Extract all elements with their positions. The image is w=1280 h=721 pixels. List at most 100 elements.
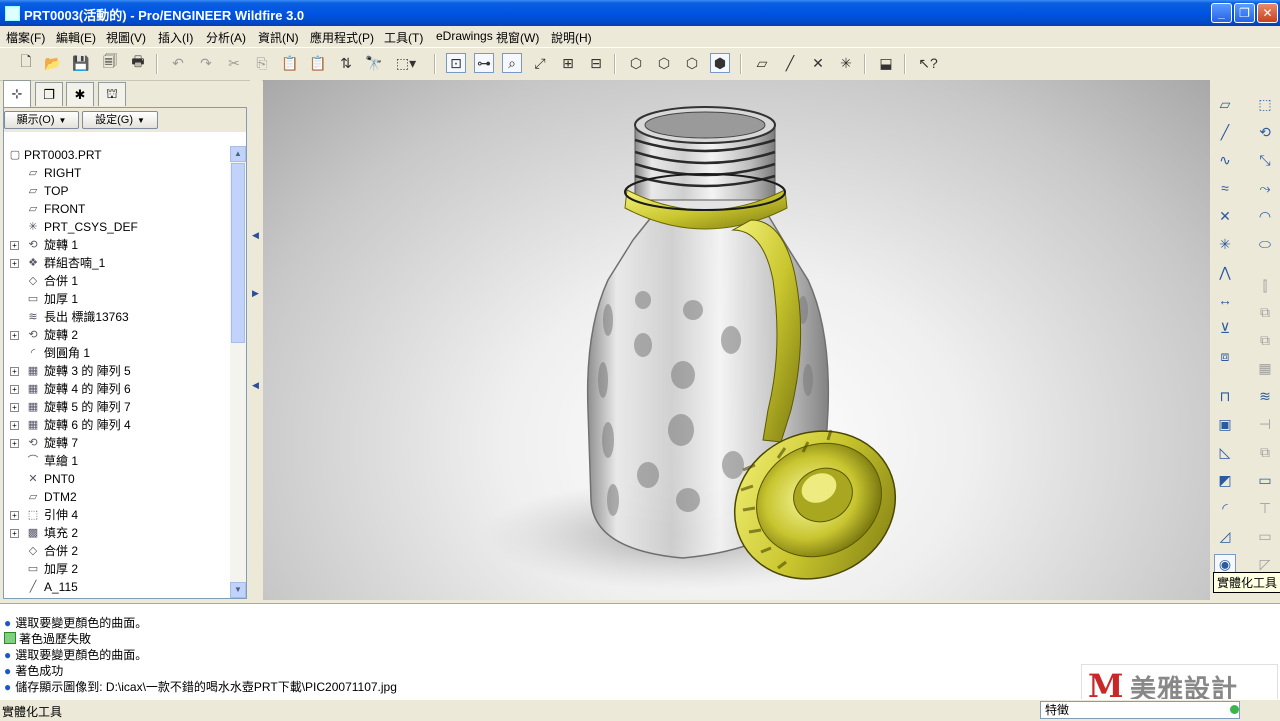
hole-tool-icon[interactable]: ⊓ (1214, 386, 1236, 406)
repaint-icon[interactable]: ⊡ (446, 53, 466, 73)
favorites-tab-icon[interactable]: ✱ (66, 82, 94, 106)
wireframe-icon[interactable]: ⬡ (626, 53, 646, 73)
zoom-out-icon[interactable]: ⤢ (530, 53, 550, 73)
csys-toggle-icon[interactable]: ✳ (836, 53, 856, 73)
regenerate-icon[interactable]: ⇅ (336, 53, 356, 73)
graphics-viewport[interactable] (263, 80, 1210, 600)
tree-item[interactable]: + ⬚ 引伸 4 (4, 506, 230, 524)
scroll-up-icon[interactable]: ▲ (230, 146, 246, 162)
settings-dropdown[interactable]: 設定(G) ▼ (82, 111, 158, 129)
expand-icon[interactable]: + (10, 259, 19, 268)
named-views-icon[interactable]: ⊟ (586, 53, 606, 73)
connections-tab-icon[interactable]: ⛫ (98, 82, 126, 106)
panel-splitter[interactable]: ◀ ▶ ◀ (250, 80, 262, 600)
tree-scrollbar[interactable]: ▲ ▼ (230, 146, 246, 598)
dimension-tool-icon[interactable]: ⊻ (1214, 318, 1236, 338)
tree-item[interactable]: + ⟲ 旋轉 1 (4, 236, 230, 254)
menu-help[interactable]: 說明(H) (551, 29, 592, 46)
intersect-tool-icon[interactable]: ⊤ (1254, 498, 1276, 518)
expand-icon[interactable]: + (10, 511, 19, 520)
expand-icon[interactable]: + (10, 331, 19, 340)
tree-item[interactable]: + ▩ 填充 2 (4, 524, 230, 542)
tree-item[interactable]: ✕ PNT0 (4, 470, 230, 488)
revolve-tool-icon[interactable]: ⟲ (1254, 122, 1276, 142)
annotation-icon[interactable]: ⬓ (876, 53, 896, 73)
menu-insert[interactable]: 插入(I) (158, 29, 193, 46)
tree-item[interactable]: + ▦ 旋轉 5 的 陣列 7 (4, 398, 230, 416)
datum-axis-toggle-icon[interactable]: ╱ (780, 53, 800, 73)
tree-item[interactable]: ⌒ 草繪 1 (4, 452, 230, 470)
tree-item[interactable]: + ▦ 旋轉 6 的 陣列 4 (4, 416, 230, 434)
maximize-button[interactable]: ❐ (1234, 3, 1255, 23)
expand-icon[interactable]: + (10, 529, 19, 538)
tree-item[interactable]: + ⟲ 旋轉 7 (4, 434, 230, 452)
spin-center-icon[interactable]: ⊶ (474, 53, 494, 73)
blend-tool-icon[interactable]: ⤳ (1254, 178, 1276, 198)
menu-tools[interactable]: 工具(T) (384, 29, 423, 46)
extend-tool-icon[interactable]: ⧉ (1254, 442, 1276, 462)
tree-item[interactable]: ▱ TOP (4, 182, 230, 200)
pattern-tool-icon[interactable]: ▦ (1254, 358, 1276, 378)
tree-item[interactable]: ◇ 合併 2 (4, 542, 230, 560)
tree-item[interactable]: ╱ A_115 (4, 578, 230, 596)
tree-item[interactable]: ▢ PRT0003.PRT (4, 146, 230, 164)
project-tool-icon[interactable]: ▭ (1254, 526, 1276, 546)
menu-edit[interactable]: 編輯(E) (56, 29, 96, 46)
expand-icon[interactable]: + (10, 439, 19, 448)
tree-item[interactable]: + ⟲ 旋轉 2 (4, 326, 230, 344)
merge-tool-icon[interactable]: ⧉ (1254, 302, 1276, 322)
expand-icon[interactable]: + (10, 241, 19, 250)
datum-plane-toggle-icon[interactable]: ▱ (752, 53, 772, 73)
wrap-tool-icon[interactable]: ◸ (1254, 554, 1276, 574)
no-hidden-icon[interactable]: ⬡ (682, 53, 702, 73)
open-folder-icon[interactable]: 📂 (43, 53, 63, 73)
tree-item[interactable]: ▱ RIGHT (4, 164, 230, 182)
refit-icon[interactable]: ⊞ (558, 53, 578, 73)
rib-tool-icon[interactable]: ◺ (1214, 442, 1236, 462)
tree-item[interactable]: ≋ 長出 標識13763 (4, 308, 230, 326)
tree-item[interactable]: ▱ DTM2 (4, 488, 230, 506)
undo-icon[interactable]: ↶ (168, 53, 188, 73)
new-file-icon[interactable]: 🗋 (16, 53, 36, 73)
print-icon[interactable]: 🖶 (128, 53, 148, 73)
sweep-tool-icon[interactable]: ⤡ (1254, 150, 1276, 170)
collapse-left-icon[interactable]: ◀ (252, 230, 259, 241)
mirror-tool-icon[interactable]: ⫿ (1254, 276, 1276, 296)
expand-icon[interactable]: + (10, 385, 19, 394)
selection-box-icon[interactable]: ⬚▾ (392, 53, 420, 73)
datum-point-tool-icon[interactable]: ✕ (1214, 206, 1236, 226)
paste-icon[interactable]: 📋 (280, 53, 300, 73)
model-tree-tab-icon[interactable]: ⊹ (3, 80, 31, 107)
shading-icon[interactable]: ⬢ (710, 53, 730, 73)
datum-point-toggle-icon[interactable]: ✕ (808, 53, 828, 73)
menu-applications[interactable]: 應用程式(P) (310, 29, 374, 46)
tree-item[interactable]: ✳ PRT_CSYS_DEF (4, 218, 230, 236)
collapse-left-icon[interactable]: ◀ (252, 380, 259, 391)
variable-section-sweep-icon[interactable]: ⬭ (1254, 234, 1276, 254)
cut-icon[interactable]: ✂ (224, 53, 244, 73)
expand-icon[interactable]: + (10, 367, 19, 376)
minimize-button[interactable]: _ (1211, 3, 1232, 23)
redo-icon[interactable]: ↷ (196, 53, 216, 73)
boundary-blend-tool-icon[interactable]: ◠ (1254, 206, 1276, 226)
tree-item[interactable]: + ▦ 旋轉 3 的 陣列 5 (4, 362, 230, 380)
tree-item[interactable]: ◜ 倒圓角 1 (4, 344, 230, 362)
folder-browser-tab-icon[interactable]: ❐ (35, 82, 63, 106)
tree-item[interactable]: ▱ FRONT (4, 200, 230, 218)
scroll-thumb[interactable] (231, 163, 245, 343)
tree-item[interactable]: + ▦ 旋轉 4 的 陣列 6 (4, 380, 230, 398)
datum-plane-tool-icon[interactable]: ▱ (1214, 94, 1236, 114)
offset-tool-icon[interactable]: ⊣ (1254, 414, 1276, 434)
scroll-down-icon[interactable]: ▼ (230, 582, 246, 598)
selection-filter[interactable]: 特徵 (1040, 701, 1240, 719)
round-tool-icon[interactable]: ◜ (1214, 498, 1236, 518)
analysis-tool-icon[interactable]: ⋀ (1214, 262, 1236, 282)
tree-item[interactable]: ▭ 加厚 1 (4, 290, 230, 308)
find-icon[interactable]: 🔭 (364, 53, 384, 73)
tree-item[interactable]: + ❖ 群組杏喃_1 (4, 254, 230, 272)
menu-window[interactable]: 視窗(W) (496, 29, 539, 46)
extrude-tool-icon[interactable]: ⬚ (1254, 94, 1276, 114)
layer-tool-icon[interactable]: ⧈ (1214, 346, 1236, 366)
sketch-tool-icon[interactable]: ≈ (1214, 178, 1236, 198)
datum-curve-tool-icon[interactable]: ∿ (1214, 150, 1236, 170)
